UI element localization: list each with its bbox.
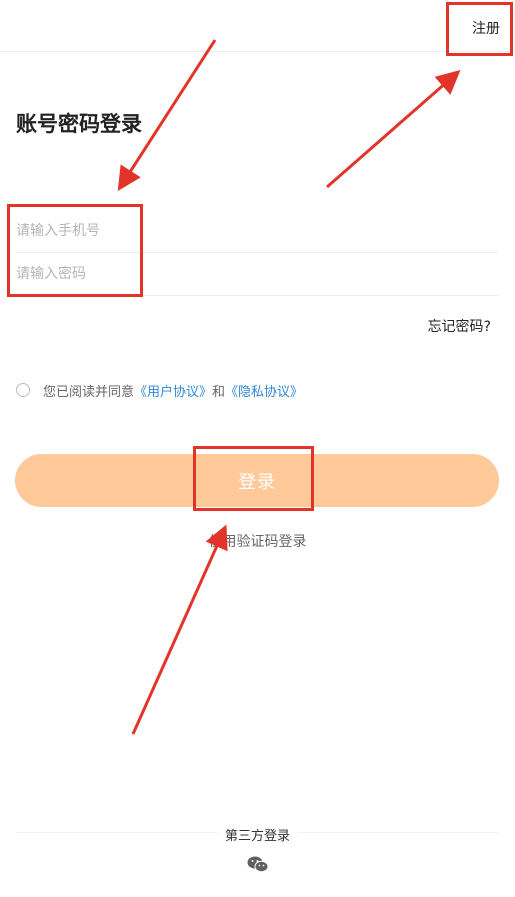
forgot-password-link[interactable]: 忘记密码? (428, 316, 491, 336)
agreement-row: 您已阅读并同意 《用户协议》 和 《隐私协议》 (16, 381, 303, 400)
register-link[interactable]: 注册 (472, 18, 500, 38)
wechat-icon[interactable] (247, 855, 269, 873)
privacy-agreement-link[interactable]: 《隐私协议》 (225, 381, 303, 400)
agreement-radio[interactable] (16, 383, 30, 397)
user-agreement-link[interactable]: 《用户协议》 (134, 381, 212, 400)
third-party-section: 第三方登录 (0, 825, 515, 844)
annotation-arrow-login (131, 524, 228, 735)
phone-input[interactable] (16, 210, 498, 252)
page-title: 账号密码登录 (16, 112, 142, 136)
third-party-label: 第三方登录 (216, 829, 298, 844)
password-field-row (16, 253, 498, 296)
agreement-conjunction: 和 (212, 384, 226, 400)
sms-login-link[interactable]: 使用验证码登录 (0, 531, 515, 551)
login-button[interactable]: 登录 (15, 454, 499, 507)
top-bar: 注册 (0, 0, 515, 52)
agreement-prefix: 您已阅读并同意 (43, 384, 135, 400)
annotation-arrow-register (326, 70, 461, 189)
password-input[interactable] (16, 253, 498, 295)
phone-field-row (16, 210, 498, 253)
